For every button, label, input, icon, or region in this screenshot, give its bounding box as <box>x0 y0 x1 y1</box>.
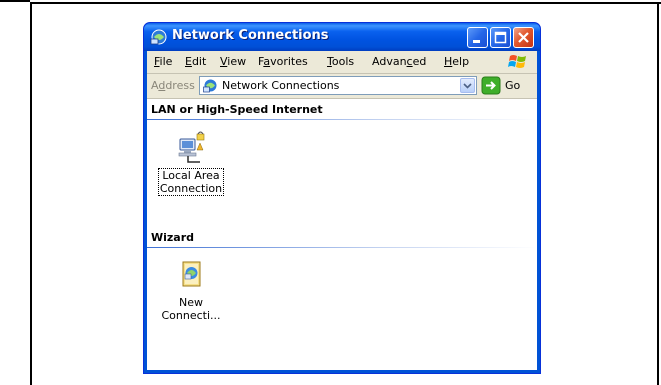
menu-edit[interactable]: Edit <box>185 55 206 68</box>
network-connections-icon <box>150 29 167 45</box>
maximize-button[interactable] <box>490 27 511 48</box>
address-label: Address <box>151 79 195 92</box>
title-bar[interactable]: Network Connections <box>144 23 540 51</box>
minimize-button[interactable] <box>467 27 488 48</box>
menu-advanced[interactable]: Advanced <box>372 55 426 68</box>
minimize-icon <box>473 40 480 43</box>
close-button[interactable] <box>513 27 534 48</box>
network-connections-window: Network Connections File Edit View Favor… <box>143 22 541 374</box>
go-button-label[interactable]: Go <box>505 79 520 92</box>
group-divider <box>147 119 537 120</box>
group-divider <box>147 247 537 248</box>
frame-top-edge-right <box>30 2 661 4</box>
address-value: Network Connections <box>222 79 340 92</box>
menu-bar: File Edit View Favorites Tools Advanced … <box>147 51 537 74</box>
connections-view: LAN or High-Speed Internet Local Area Con… <box>147 99 537 370</box>
menu-file[interactable]: File <box>154 55 172 68</box>
new-connection-wizard-icon <box>182 261 201 287</box>
network-connections-icon <box>203 79 217 93</box>
address-dropdown-button[interactable] <box>460 78 475 93</box>
group-title-lan: LAN or High-Speed Internet <box>151 103 323 116</box>
new-connection-item[interactable]: New Connecti... <box>153 259 229 322</box>
menu-view[interactable]: View <box>220 55 246 68</box>
address-bar: Address Network Connections Go <box>147 74 537 99</box>
go-arrow-icon[interactable] <box>481 76 501 95</box>
window-title: Network Connections <box>172 28 329 43</box>
close-icon <box>518 32 529 43</box>
menu-help[interactable]: Help <box>444 55 469 68</box>
frame-top-edge <box>0 0 30 2</box>
lan-connection-item[interactable]: Local Area Connection <box>153 131 229 196</box>
menu-tools[interactable]: Tools <box>327 55 354 68</box>
frame-left-edge <box>30 2 32 385</box>
frame-right-edge <box>657 2 659 385</box>
new-connection-label: New Connecti... <box>161 296 221 322</box>
lan-connection-icon <box>178 131 205 163</box>
windows-logo-icon <box>508 55 526 68</box>
lan-connection-label: Local Area Connection <box>157 168 225 196</box>
chevron-down-icon <box>463 83 472 89</box>
group-title-wizard: Wizard <box>151 231 195 244</box>
window-client-area: File Edit View Favorites Tools Advanced … <box>147 51 537 370</box>
address-input[interactable]: Network Connections <box>199 76 477 95</box>
maximize-icon <box>494 31 507 44</box>
menu-favorites[interactable]: Favorites <box>258 55 308 68</box>
